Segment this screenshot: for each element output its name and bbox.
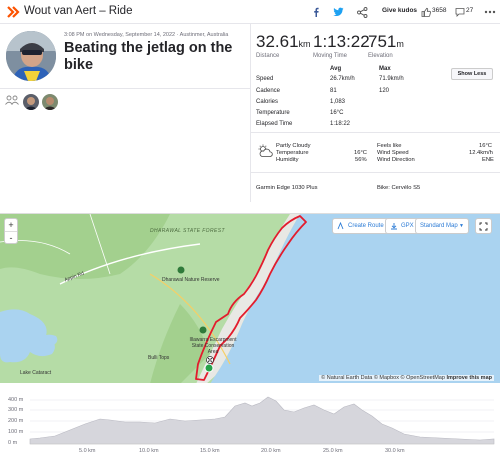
x-tick-label: 20.0 km [261,448,281,454]
stat-avg: 16°C [330,110,344,116]
fullscreen-button[interactable] [476,219,491,233]
distance-unit: km [298,39,311,49]
download-icon [391,223,397,230]
device-name: Garmin Edge 1030 Plus [256,185,318,191]
kudos-count[interactable]: 3658 [432,7,446,14]
y-tick-label: 200 m [8,418,24,424]
map-label-lake: Lake Cataract [20,370,52,376]
map-type-select[interactable]: Standard Map ▼ [416,219,468,233]
distance-label: Distance [256,53,280,59]
stat-max: 120 [379,88,390,94]
moving-time-label: Moving Time [313,53,348,59]
zoom-out-button[interactable]: - [5,231,17,243]
stat-avg: 1,083 [330,99,346,105]
distance-stat: 32.61km Distance [256,32,311,59]
stat-label: Elapsed Time [256,121,293,127]
partly-cloudy-icon [258,144,273,157]
moving-time-stat: 1:13:22 Moving Time [313,32,370,59]
twitter-icon[interactable] [330,4,346,20]
stat-label: Speed [256,76,274,82]
x-tick-label: 5.0 km [79,448,96,454]
activity-stats-panel: 32.61km Distance 1:13:22 Moving Time 751… [251,24,500,202]
x-tick-label: 25.0 km [323,448,343,454]
weather-condition: Partly Cloudy [276,143,311,149]
wind-speed-value: 12.4km/h [469,150,493,156]
bike-name: Bike: Cervélo S5 [377,185,421,191]
x-tick-label: 30.0 km [385,448,405,454]
y-tick-label: 300 m [8,407,24,413]
stat-max: 71.9km/h [379,76,404,82]
activity-title: Beating the jetlag on the bike [64,40,233,73]
give-kudos-label[interactable]: Give kudos [382,7,417,14]
x-tick-label: 15.0 km [200,448,220,454]
chevron-down-icon: ▼ [459,223,464,229]
double-chevron-icon[interactable] [6,5,20,19]
temperature-label: Temperature [276,150,309,156]
divider [251,172,500,173]
feels-like-label: Feels like [377,143,402,149]
stat-label: Cadence [256,88,281,94]
group-member-avatar[interactable] [42,94,58,110]
wind-direction-value: ENE [482,157,494,163]
create-route-button[interactable]: Create Route [333,219,388,233]
x-tick-label: 10.0 km [139,448,159,454]
divider [251,132,500,133]
stat-avg: 81 [330,88,337,94]
map-attribution: © Natural Earth Data © Mapbox © OpenStre… [319,375,494,381]
activity-header: Wout van Aert – Ride Give kudos 3658 27 [0,0,500,24]
elevation-unit: m [396,39,404,49]
feels-like-value: 16°C [479,143,492,149]
zoom-control: + - [5,219,17,243]
comment-count[interactable]: 27 [466,7,473,14]
divider [0,88,250,89]
humidity-value: 56% [355,157,367,163]
distance-value: 32.61 [256,32,299,51]
moving-time-value: 1:13:22 [313,32,370,51]
share-icon[interactable] [354,4,370,20]
more-options-icon[interactable] [482,4,498,20]
elevation-chart[interactable] [0,386,500,458]
elevation-profile[interactable]: 400 m 300 m 200 m 100 m 0 m 5.0 km 10.0 km 15.… [0,386,500,458]
stat-label: Temperature [256,110,290,116]
map-canvas[interactable] [0,214,500,383]
wind-speed-label: Wind Speed [377,150,409,156]
show-less-button[interactable]: Show Less [451,68,493,80]
avg-column-header: Avg [330,66,342,72]
wind-direction-label: Wind Direction [377,157,415,163]
y-tick-label: 400 m [8,397,24,403]
map-label-forest: DHARAWAL STATE FOREST [150,228,225,234]
map-label-bulli: Bulli Tops [148,355,170,361]
stat-avg: 1:18:22 [330,121,351,127]
elevation-value: 751 [368,32,397,51]
facebook-icon[interactable] [308,4,324,20]
zoom-in-button[interactable]: + [5,219,17,231]
activity-datetime: 3:08 PM on Wednesday, September 14, 2022… [64,32,229,38]
improve-map-link[interactable]: Improve this map [446,375,492,381]
elevation-stat: 751m Elevation [368,32,404,59]
activity-summary-card: 3:08 PM on Wednesday, September 14, 2022… [0,24,251,202]
expand-icon [479,222,488,230]
elevation-area [29,396,495,445]
gpx-label: GPX [401,223,414,229]
map-label-reserve: Dharawal Nature Reserve [162,277,220,283]
map-type-label: Standard Map [420,223,458,229]
route-icon [337,222,344,230]
group-member-avatar[interactable] [23,94,39,110]
humidity-label: Humidity [276,157,299,163]
temperature-value: 16°C [354,150,367,156]
y-tick-label: 100 m [8,429,24,435]
gpx-export-button[interactable]: GPX [386,219,418,233]
map-label-conservation: Illawarra Escarpment State Conservation … [189,337,237,355]
group-icon[interactable] [5,95,19,105]
route-map[interactable]: DHARAWAL STATE FOREST Dharawal Nature Re… [0,213,500,383]
y-tick-label: 0 m [8,440,18,446]
stat-avg: 26.7km/h [330,76,355,82]
create-route-label: Create Route [348,223,384,229]
athlete-avatar[interactable] [6,31,56,81]
stat-label: Calories [256,99,279,105]
elevation-label: Elevation [368,53,393,59]
max-column-header: Max [379,66,391,72]
page-title: Wout van Aert – Ride [24,5,133,17]
attribution-text[interactable]: © Natural Earth Data © Mapbox © OpenStre… [321,375,445,381]
